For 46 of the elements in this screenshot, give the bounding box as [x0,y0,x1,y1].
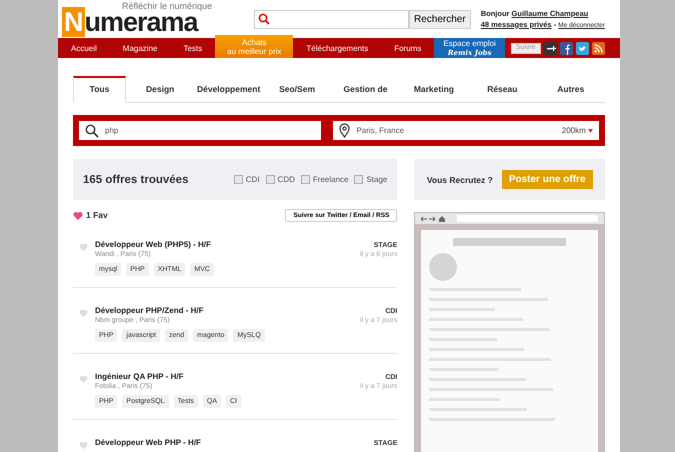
nav-item[interactable]: Téléchargements [293,38,382,58]
favorites-count: 1 Fav [86,210,108,220]
heart-icon[interactable] [79,375,88,383]
search-icon [258,13,270,25]
caret-icon [588,129,593,133]
nav-item[interactable]: Magazine [110,38,170,58]
radius-dropdown[interactable]: 200km [562,126,593,135]
filter-checkbox[interactable] [234,175,243,184]
recruit-question: Vous Recrutez ? [426,174,493,184]
job-title-link[interactable]: Développeur Web (PHP5) - H/F [95,240,211,249]
nav-item[interactable]: Accueil [58,38,110,58]
heart-icon[interactable] [79,309,88,317]
category-tab[interactable]: Tous [73,76,126,103]
tagline: Réfléchir le numérique [122,1,212,11]
facebook-icon[interactable] [560,42,573,54]
location-pin-icon [339,123,350,138]
location-field[interactable]: Paris, France 200km [333,121,599,140]
job-title-link[interactable]: Développeur Web PHP - H/F [95,438,201,447]
twitter-icon[interactable] [576,42,589,54]
category-tab[interactable]: Design [126,76,194,102]
search-button[interactable]: Rechercher [409,10,471,28]
category-tab[interactable]: Développement [194,76,263,102]
category-tab[interactable]: Gestion de [331,76,400,102]
category-tab[interactable]: Seo/Sem [262,76,332,102]
results-count: 165 offres trouvées [83,174,188,186]
search-field[interactable] [254,10,409,28]
job-title-link[interactable]: Ingénieur QA PHP - H/F [95,372,184,381]
filter-label: Stage [366,175,388,184]
rss-icon[interactable] [592,42,605,54]
search-icon [85,124,99,138]
nav-item[interactable]: Forums [381,38,434,58]
heart-icon[interactable] [79,441,88,449]
category-tab[interactable]: Autres [536,76,605,102]
category-tab[interactable]: Marketing [400,76,468,102]
heart-icon [73,210,83,220]
filter-checkbox[interactable] [266,175,275,184]
job-title-link[interactable]: Développeur PHP/Zend - H/F [95,306,204,315]
filter-checkbox[interactable] [300,175,310,184]
keyword-field[interactable]: php [79,121,322,140]
heart-icon[interactable] [79,243,88,251]
filter-label: CDI [246,175,260,184]
filter-label: Freelance [312,175,348,184]
category-tab[interactable]: Réseau [468,76,537,102]
filter-checkbox[interactable] [354,175,364,184]
nav-item[interactable]: Tests [170,38,216,58]
filter-label: CDD [278,175,295,184]
